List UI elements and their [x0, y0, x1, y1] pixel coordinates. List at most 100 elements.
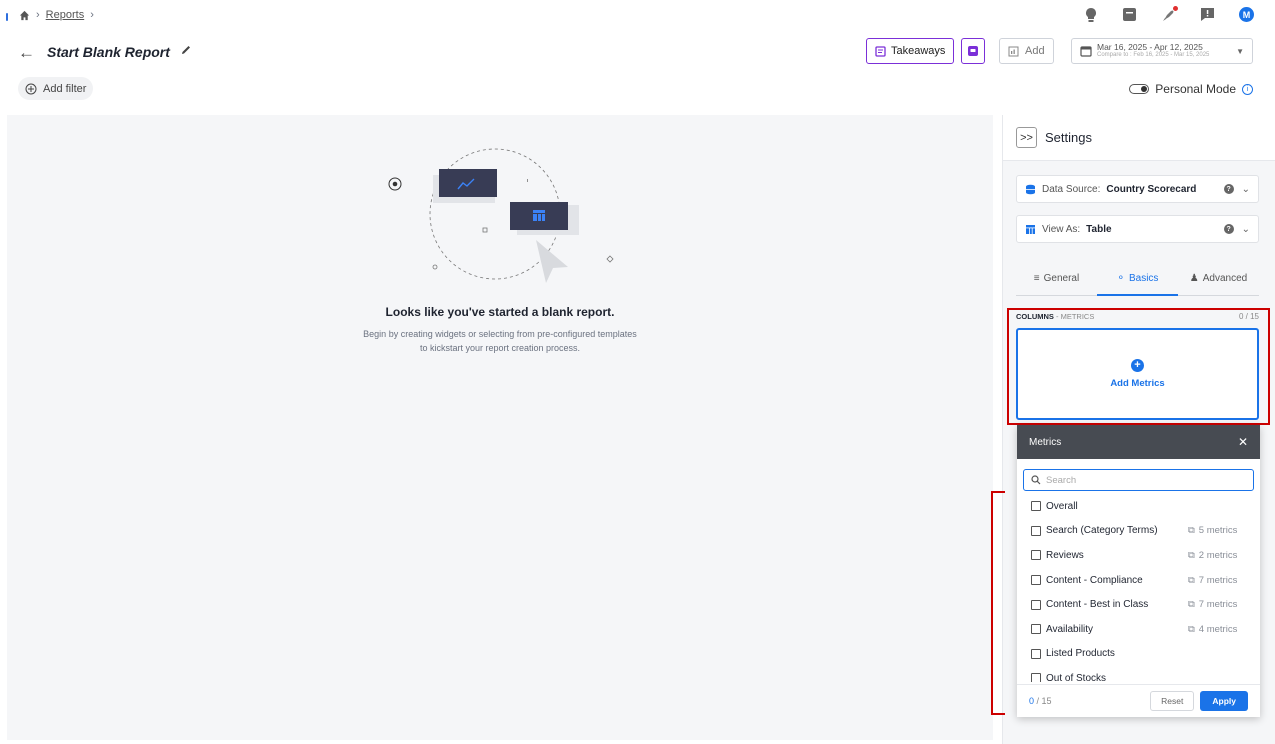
checkbox[interactable]: [1031, 648, 1041, 659]
metrics-list: Overall Search (Category Terms) ⧉ 5 metri…: [1017, 494, 1260, 682]
back-arrow-icon[interactable]: ←: [18, 43, 35, 63]
breadcrumb: › Reports ›: [19, 9, 94, 21]
home-icon[interactable]: [19, 10, 30, 21]
tab-basics[interactable]: ⚬ Basics: [1097, 262, 1178, 296]
search-icon: [1031, 475, 1041, 485]
list-item[interactable]: Reviews ⧉ 2 metrics: [1017, 543, 1260, 568]
feedback-icon[interactable]: [1199, 6, 1216, 23]
metric-group-label: Content - Compliance: [1046, 574, 1143, 586]
empty-state-subtitle-line: Begin by creating widgets or selecting f…: [363, 329, 637, 339]
settings-tabs: ≡ General ⚬ Basics ♟ Advanced: [1016, 262, 1259, 296]
highlight-box: [1007, 308, 1270, 425]
view-as-label: View As:: [1042, 223, 1081, 235]
close-icon[interactable]: ✕: [1238, 435, 1248, 449]
ai-assistant-button[interactable]: [961, 38, 985, 64]
data-source-select[interactable]: Data Source: Country Scorecard ? ⌄: [1016, 175, 1259, 203]
empty-report-illustration: [388, 148, 614, 283]
checkbox[interactable]: [1031, 550, 1041, 561]
add-filter-button[interactable]: Add filter: [18, 77, 94, 100]
metrics-dropdown: Metrics ✕ Search Overall Search (Categor…: [1017, 425, 1260, 717]
data-source-value: Country Scorecard: [1106, 183, 1197, 195]
help-icon[interactable]: ?: [1223, 224, 1234, 234]
metric-group-label: Search (Category Terms): [1046, 525, 1158, 537]
title-bar: ← Start Blank Report Takeaways Add Mar 1…: [0, 34, 1275, 70]
takeaways-icon: [875, 45, 886, 57]
apply-button[interactable]: Apply: [1200, 691, 1248, 711]
copy-icon: ⧉: [1188, 599, 1195, 611]
checkbox[interactable]: [1031, 575, 1041, 586]
collapse-panel-icon[interactable]: >>: [1016, 127, 1037, 148]
list-item[interactable]: Overall: [1017, 494, 1260, 519]
breadcrumb-reports-link[interactable]: Reports: [46, 9, 85, 21]
list-item[interactable]: Availability ⧉ 4 metrics: [1017, 617, 1260, 642]
personal-mode-toggle[interactable]: [1129, 84, 1150, 94]
metric-group-label: Overall: [1046, 500, 1078, 512]
add-label: Add: [1025, 45, 1045, 57]
metric-group-label: Listed Products: [1046, 648, 1115, 660]
page-title: Start Blank Report: [47, 44, 170, 60]
highlight-bracket: [991, 491, 1005, 715]
empty-state-title: Looks like you've started a blank report…: [385, 305, 615, 319]
personal-mode-label: Personal Mode: [1155, 82, 1236, 96]
view-as-select[interactable]: View As: Table ? ⌄: [1016, 215, 1259, 243]
checkbox[interactable]: [1031, 673, 1041, 682]
compare-range-value: Compare to : Feb 16, 2025 - Mar 15, 2025: [1097, 52, 1210, 58]
rocket-icon[interactable]: [1160, 5, 1179, 23]
checkbox[interactable]: [1031, 624, 1041, 635]
metrics-dropdown-header: Metrics ✕: [1017, 425, 1260, 459]
checkbox[interactable]: [1031, 525, 1041, 536]
list-item[interactable]: Content - Best in Class ⧉ 7 metrics: [1017, 592, 1260, 617]
metric-count-text: 7 metrics: [1198, 599, 1238, 611]
list-item[interactable]: Out of Stocks: [1017, 666, 1260, 682]
metric-count-text: 2 metrics: [1198, 549, 1238, 561]
tab-basics-label: Basics: [1128, 272, 1159, 284]
checkbox[interactable]: [1031, 599, 1041, 610]
metric-group-label: Content - Best in Class: [1046, 599, 1149, 611]
breadcrumb-separator: ›: [90, 9, 94, 21]
metrics-search-input[interactable]: Search: [1023, 469, 1254, 491]
empty-state-subtitle-line: to kickstart your report creation proces…: [419, 343, 581, 353]
add-widget-icon: [1008, 46, 1019, 57]
user-avatar[interactable]: M: [1238, 6, 1255, 23]
table-icon: [1026, 224, 1035, 234]
metric-group-label: Out of Stocks: [1046, 672, 1107, 682]
metric-count: ⧉ 4 metrics: [1188, 624, 1246, 635]
lightbulb-icon[interactable]: [1082, 6, 1099, 23]
view-as-value: Table: [1086, 223, 1112, 235]
data-source-label: Data Source:: [1042, 183, 1101, 195]
ai-assistant-icon: [968, 46, 978, 56]
copy-icon: ⧉: [1188, 525, 1195, 537]
list-item[interactable]: Search (Category Terms) ⧉ 5 metrics: [1017, 519, 1260, 544]
checkbox[interactable]: [1031, 501, 1041, 512]
takeaways-button[interactable]: Takeaways: [866, 38, 955, 64]
tab-general[interactable]: ≡ General: [1016, 262, 1097, 296]
chevron-down-icon: ⌄: [1241, 183, 1250, 195]
metrics-dropdown-footer: 0 / 15 Reset Apply: [1017, 684, 1260, 717]
takeaways-label: Takeaways: [891, 45, 946, 57]
copy-icon: ⧉: [1188, 549, 1195, 561]
help-icon[interactable]: ?: [1223, 184, 1234, 194]
tab-advanced[interactable]: ♟ Advanced: [1178, 262, 1259, 296]
metric-count: ⧉ 5 metrics: [1188, 525, 1246, 536]
chevron-down-icon: ▼: [1236, 46, 1244, 56]
add-widget-button[interactable]: Add: [999, 38, 1054, 64]
top-bar: › Reports › M: [0, 0, 1275, 30]
list-item[interactable]: Content - Compliance ⧉ 7 metrics: [1017, 568, 1260, 593]
calendar-icon: [1080, 46, 1092, 57]
shapes-icon: ⚬: [1116, 272, 1125, 284]
metrics-dropdown-title: Metrics: [1029, 436, 1062, 448]
settings-title: Settings: [1045, 130, 1092, 145]
tab-advanced-label: Advanced: [1202, 273, 1248, 284]
list-item[interactable]: Listed Products: [1017, 642, 1260, 667]
copy-icon: ⧉: [1188, 574, 1195, 586]
metric-group-label: Availability: [1046, 623, 1094, 635]
date-range-picker[interactable]: Mar 16, 2025 - Apr 12, 2025 Compare to :…: [1071, 38, 1253, 64]
avatar-initial: M: [1239, 7, 1254, 22]
top-icons: M: [1082, 5, 1255, 23]
settings-header: >> Settings: [1003, 115, 1275, 161]
archive-icon[interactable]: [1121, 6, 1138, 23]
search-placeholder: Search: [1046, 474, 1077, 486]
reset-button[interactable]: Reset: [1150, 691, 1195, 711]
edit-pencil-icon[interactable]: [180, 44, 192, 56]
info-icon[interactable]: i: [1242, 83, 1253, 95]
